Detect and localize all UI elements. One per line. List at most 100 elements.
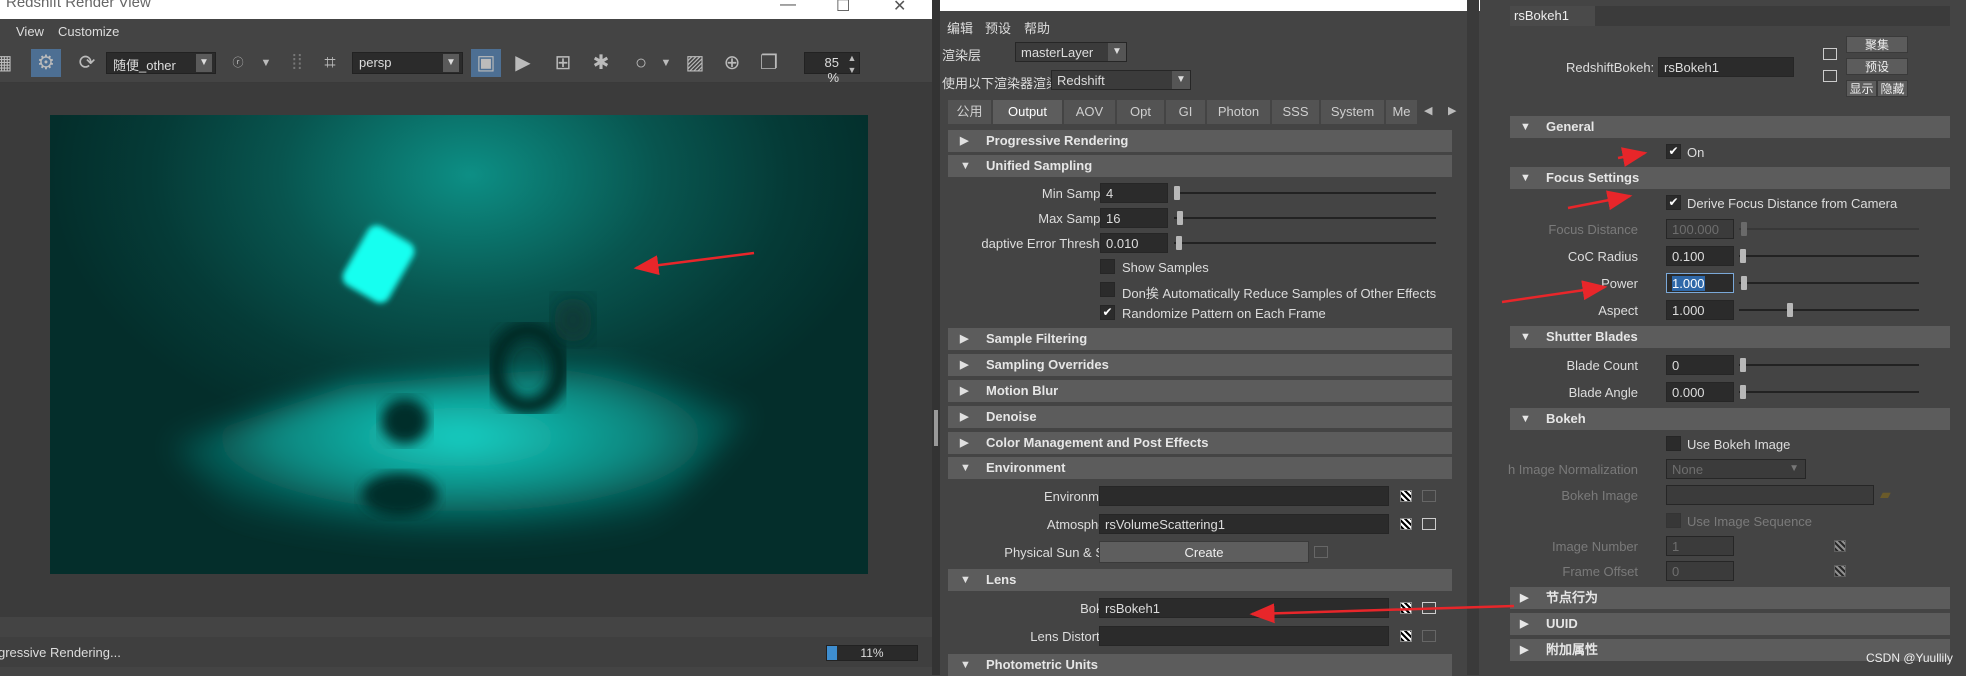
snowflake-icon[interactable]: ✱ [586, 49, 616, 77]
use-image-sequence-checkbox[interactable] [1666, 513, 1681, 528]
aspect-slider[interactable] [1739, 309, 1919, 311]
section-sampling-overrides[interactable]: ▶ Sampling Overrides [948, 354, 1452, 376]
connection-icon[interactable] [1422, 602, 1436, 614]
renderer-dropdown[interactable]: Redshift ▼ [1051, 70, 1191, 90]
section-motion-blur[interactable]: ▶ Motion Blur [948, 380, 1452, 402]
tab-node[interactable]: rsBokeh1 [1510, 6, 1595, 26]
connection-icon[interactable] [1422, 490, 1436, 502]
aspect-slider-handle[interactable] [1787, 303, 1793, 317]
frame-offset-field[interactable]: 0 [1666, 561, 1734, 581]
menu-customize[interactable]: Customize [58, 24, 119, 39]
rgb-icon[interactable]: ⓡ [223, 49, 253, 77]
use-bokeh-image-checkbox[interactable] [1666, 436, 1681, 451]
copy-icon[interactable]: ❐ [754, 49, 784, 77]
map-button-icon[interactable] [1400, 602, 1412, 614]
connection-icon[interactable] [1422, 518, 1436, 530]
lock-camera-icon[interactable]: ▣ [471, 49, 501, 77]
coc-radius-slider[interactable] [1739, 255, 1919, 257]
show-samples-checkbox[interactable] [1100, 259, 1115, 274]
tab-scroll-left-icon[interactable]: ◀ [1424, 104, 1432, 117]
connection-icon[interactable] [1422, 630, 1436, 642]
zoom-spinner-icon[interactable]: ▲ ▼ [844, 52, 860, 80]
create-sun-button[interactable]: Create [1099, 541, 1309, 563]
hide-button[interactable]: 隐藏 [1877, 80, 1908, 97]
on-checkbox[interactable]: ✔ [1666, 144, 1681, 159]
min-samples-slider[interactable] [1174, 192, 1436, 194]
view-dropdown[interactable]: persp ▼ [352, 52, 463, 74]
adaptive-threshold-slider[interactable] [1174, 242, 1436, 244]
menu-view[interactable]: View [16, 24, 44, 39]
image-normalization-dropdown[interactable]: None ▼ [1666, 459, 1806, 479]
section-focus-settings[interactable]: ▼ Focus Settings [1510, 167, 1950, 189]
output-connection-icon[interactable] [1823, 70, 1837, 82]
camera-icon[interactable]: ▶ [508, 49, 538, 77]
tab-aov[interactable]: AOV [1064, 100, 1116, 124]
maximize-icon[interactable]: ☐ [836, 0, 850, 16]
presets-button[interactable]: 预设 [1846, 58, 1908, 75]
tab-common[interactable]: 公用 [948, 100, 992, 124]
focus-distance-slider[interactable] [1739, 228, 1919, 230]
camera-dropdown[interactable]: 随便_other ▼ [106, 52, 216, 74]
section-color-management[interactable]: ▶ Color Management and Post Effects [948, 432, 1452, 454]
environment-field[interactable] [1099, 486, 1389, 506]
tab-opt[interactable]: Opt [1117, 100, 1165, 124]
refresh-icon[interactable]: ⟳ [72, 49, 102, 77]
focus-distance-slider-handle[interactable] [1741, 222, 1747, 236]
section-progressive-rendering[interactable]: ▶ Progressive Rendering [948, 130, 1452, 152]
coc-radius-slider-handle[interactable] [1740, 249, 1746, 263]
tab-output[interactable]: Output [993, 100, 1063, 124]
minimize-icon[interactable]: — [780, 0, 796, 14]
render-layer-dropdown[interactable]: masterLayer ▼ [1015, 42, 1127, 62]
coc-radius-field[interactable]: 0.100 [1666, 246, 1734, 266]
connection-icon[interactable] [1314, 546, 1328, 558]
derive-focus-checkbox[interactable]: ✔ [1666, 195, 1681, 210]
folder-icon[interactable]: ▰ [1880, 486, 1891, 503]
tab-scroll-right-icon[interactable]: ▶ [1448, 104, 1456, 117]
show-button[interactable]: 显示 [1846, 80, 1877, 97]
chevron-down-icon[interactable]: ▼ [251, 49, 281, 77]
tab-system[interactable]: System [1321, 100, 1385, 124]
min-samples-slider-handle[interactable] [1174, 186, 1180, 200]
add-snapshot-icon[interactable]: ⊕ [717, 49, 747, 77]
adaptive-threshold-field[interactable]: 0.010 [1100, 233, 1168, 253]
atmosphere-field[interactable]: rsVolumeScattering1 [1099, 514, 1389, 534]
menu-help[interactable]: 帮助 [1024, 18, 1050, 37]
map-button-icon[interactable] [1834, 540, 1846, 552]
input-connection-icon[interactable] [1823, 48, 1837, 60]
node-name-field[interactable]: rsBokeh1 [1658, 57, 1794, 77]
image-icon[interactable]: ▨ [680, 49, 710, 77]
max-samples-slider[interactable] [1174, 217, 1436, 219]
bokeh-field[interactable]: rsBokeh1 [1099, 598, 1389, 618]
section-shutter-blades[interactable]: ▼ Shutter Blades [1510, 326, 1950, 348]
clapper-icon[interactable]: ▦ [0, 49, 18, 77]
section-denoise[interactable]: ▶ Denoise [948, 406, 1452, 428]
adaptive-threshold-slider-handle[interactable] [1176, 236, 1182, 250]
section-general[interactable]: ▼ General [1510, 116, 1950, 138]
image-number-field[interactable]: 1 [1666, 536, 1734, 556]
chevron-down-icon[interactable]: ▼ [651, 49, 681, 77]
menu-edit[interactable]: 编辑 [947, 18, 973, 37]
section-bokeh[interactable]: ▼ Bokeh [1510, 408, 1950, 430]
section-lens[interactable]: ▼ Lens [948, 569, 1452, 591]
section-uuid[interactable]: ▶ UUID [1510, 613, 1950, 635]
render-gear-icon[interactable]: ⚙ [31, 49, 61, 77]
crop-icon[interactable]: ⌗ [315, 49, 345, 77]
grid-dots-icon[interactable]: ⁞⁞ [282, 49, 312, 77]
tab-photon[interactable]: Photon [1207, 100, 1271, 124]
blade-count-slider-handle[interactable] [1740, 358, 1746, 372]
map-button-icon[interactable] [1400, 630, 1412, 642]
max-samples-field[interactable]: 16 [1100, 208, 1168, 228]
menu-presets[interactable]: 预设 [985, 18, 1011, 37]
power-slider[interactable] [1739, 282, 1919, 284]
blade-angle-field[interactable]: 0.000 [1666, 382, 1734, 402]
grid-icon[interactable]: ⊞ [548, 49, 578, 77]
tab-sss[interactable]: SSS [1272, 100, 1320, 124]
focus-distance-field[interactable]: 100.000 [1666, 219, 1734, 239]
blade-count-field[interactable]: 0 [1666, 355, 1734, 375]
section-sample-filtering[interactable]: ▶ Sample Filtering [948, 328, 1452, 350]
tab-gi[interactable]: GI [1166, 100, 1206, 124]
aspect-field[interactable]: 1.000 [1666, 300, 1734, 320]
map-button-icon[interactable] [1834, 565, 1846, 577]
dont-reduce-checkbox[interactable] [1100, 282, 1115, 297]
blade-count-slider[interactable] [1739, 364, 1919, 366]
